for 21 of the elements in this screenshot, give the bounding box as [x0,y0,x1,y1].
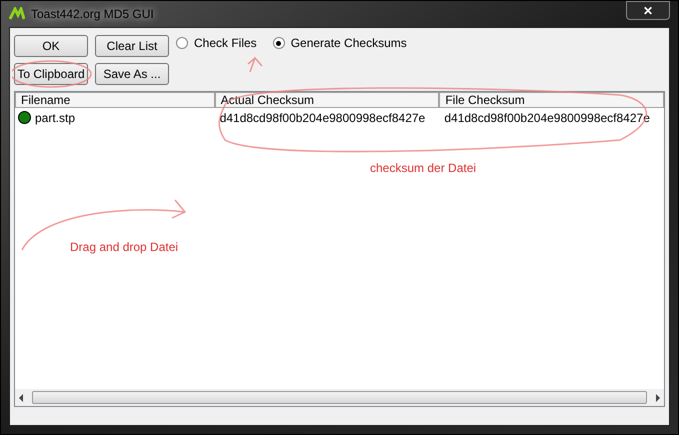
scroll-thumb[interactable] [32,391,647,404]
table-cell-text: part.stp [35,110,76,126]
column-header[interactable]: File Checksum [439,92,664,108]
annotation-text: Drag and drop Datei [70,239,178,256]
horizontal-scrollbar[interactable] [15,389,664,406]
table-cell: d41d8cd98f00b204e9800998ecf8427e [444,110,650,124]
table-cell: d41d8cd98f00b204e9800998ecf8427e [220,110,426,124]
app-logo-icon [9,7,25,21]
close-button[interactable]: ✕ [626,1,670,20]
window-title: Toast442.org MD5 GUI [31,6,154,23]
scroll-right-icon[interactable] [654,394,662,402]
scroll-left-icon[interactable] [17,394,25,402]
action-button[interactable]: Save As ... [95,63,169,85]
action-button[interactable]: To Clipboard [14,63,88,85]
action-button[interactable]: OK [14,35,88,57]
action-button[interactable]: Clear List [95,35,169,57]
column-header[interactable]: Filename [15,92,215,108]
annotation-text: checksum der Datei [370,160,476,177]
column-header[interactable]: Actual Checksum [214,92,440,108]
mode-radio[interactable]: Check Files [176,34,257,52]
mode-radio[interactable]: Generate Checksums [272,34,407,52]
